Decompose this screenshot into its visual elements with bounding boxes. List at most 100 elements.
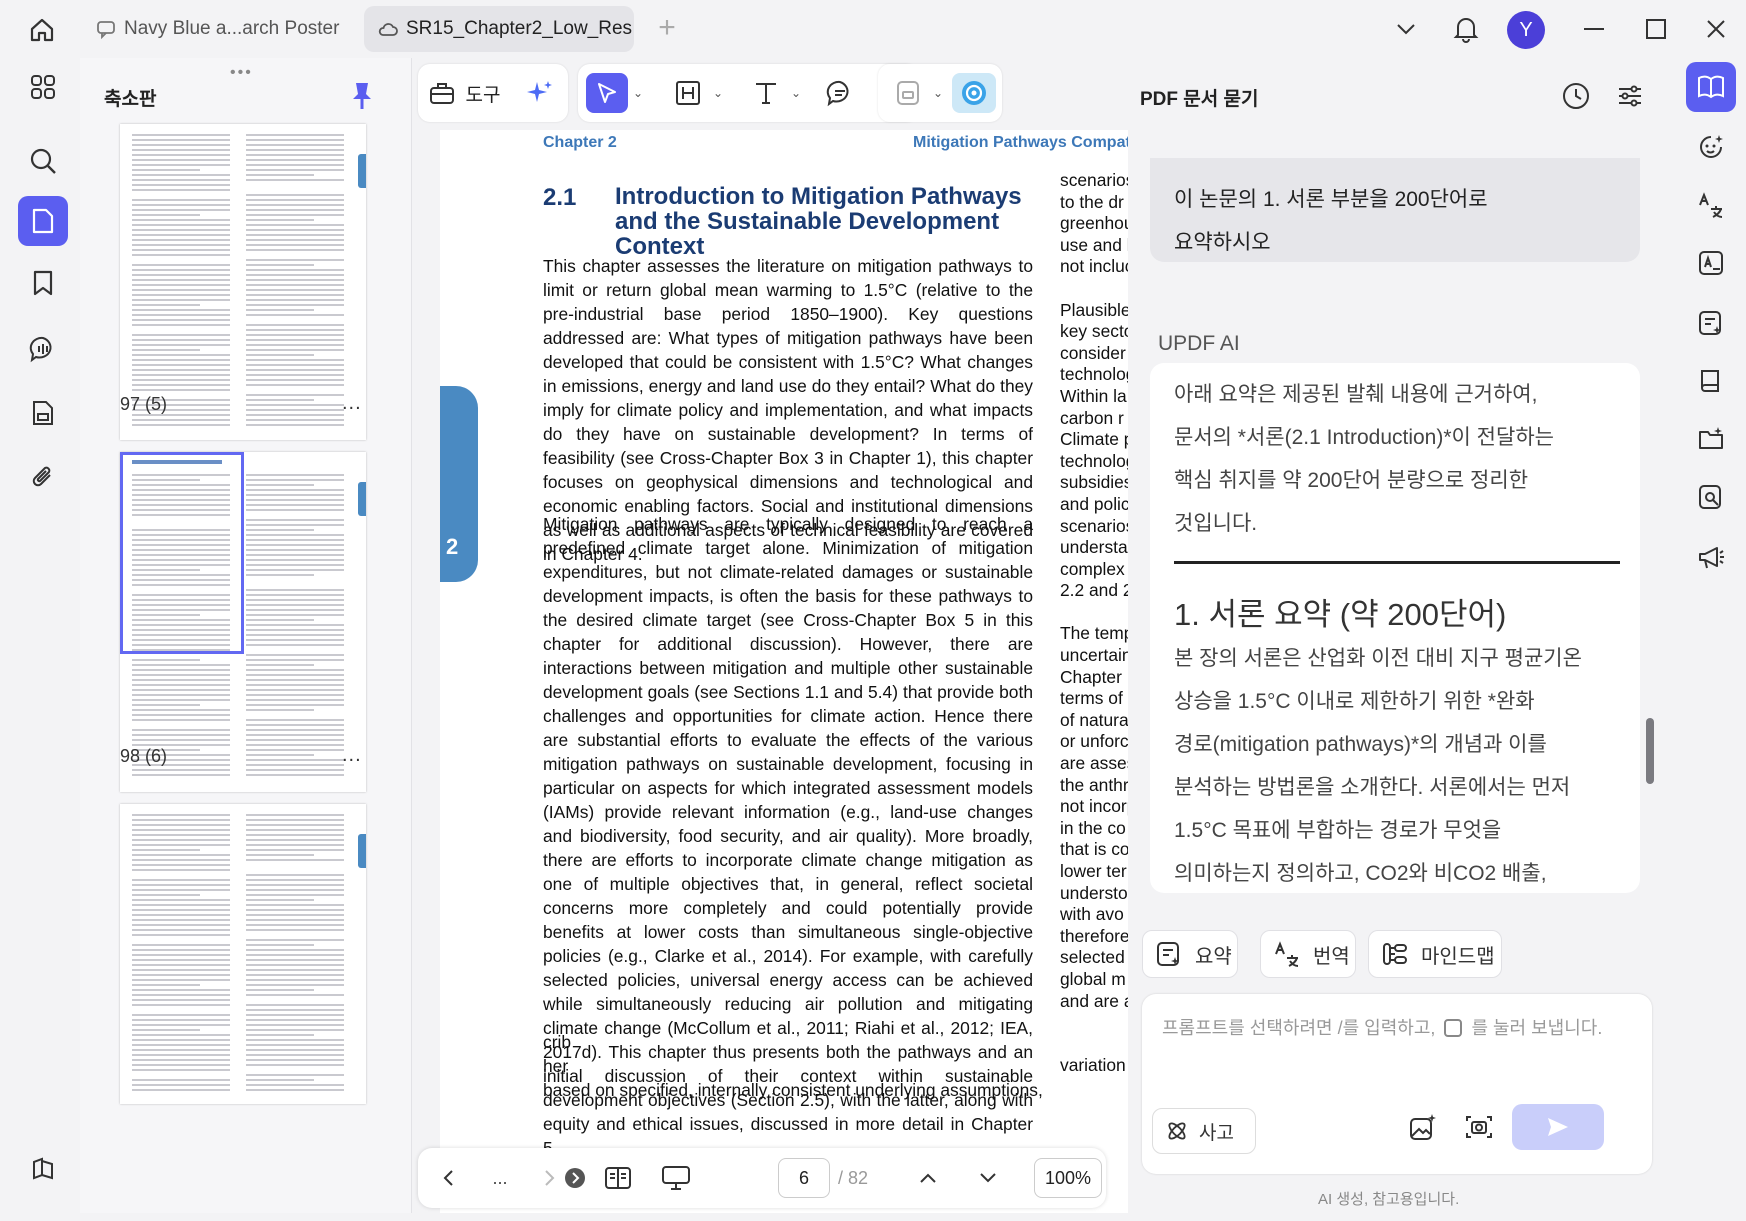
- folder-ai-button[interactable]: [1686, 414, 1736, 464]
- send-icon: [1548, 1118, 1568, 1136]
- notifications-button[interactable]: [1444, 8, 1488, 50]
- thumb-text-line: [132, 839, 230, 841]
- summarize-chip[interactable]: 요약: [1142, 930, 1238, 978]
- heading-tool-button[interactable]: [668, 73, 708, 113]
- prompt-input[interactable]: 프롬프트를 선택하려면 /를 입력하고, 를 눌러 보냅니다. 사고: [1142, 994, 1652, 1174]
- bell-icon: [1453, 18, 1479, 43]
- thumb-text-line: [132, 679, 230, 681]
- select-tool-button[interactable]: [586, 73, 628, 113]
- page-number-input[interactable]: 6: [778, 1158, 830, 1198]
- add-image-button[interactable]: [1408, 1112, 1438, 1142]
- maximize-button[interactable]: [1636, 8, 1676, 50]
- ai-chat-button[interactable]: [1686, 122, 1736, 172]
- form-fields-button[interactable]: [18, 388, 68, 438]
- thumb-text-line: [132, 499, 230, 501]
- thumb-text-line: [246, 679, 344, 681]
- text-tool-dropdown[interactable]: ⌄: [788, 73, 804, 113]
- layers-icon: [33, 1157, 53, 1180]
- previous-page-button[interactable]: [908, 1158, 948, 1198]
- thumb-text-line: [246, 289, 344, 291]
- send-button[interactable]: [1512, 1104, 1604, 1150]
- thumbnail-page-99[interactable]: [120, 804, 366, 1104]
- search-button[interactable]: [18, 136, 68, 186]
- new-tab-button[interactable]: +: [652, 13, 682, 44]
- thumb-text-line: [246, 1019, 344, 1021]
- thumb-text-line: [246, 899, 314, 901]
- thumb-text-line: [246, 1089, 344, 1091]
- ai-tools-button[interactable]: [520, 73, 560, 113]
- panel-drag-handle[interactable]: •••: [230, 64, 253, 82]
- chat-scrollbar[interactable]: [1646, 718, 1654, 784]
- presentation-button[interactable]: [654, 1158, 698, 1198]
- tabs-dropdown-button[interactable]: [1386, 8, 1426, 50]
- text-line: variation: [1060, 1055, 1126, 1075]
- pin-panel-button[interactable]: [348, 80, 376, 112]
- comment-tool-button[interactable]: [820, 73, 860, 113]
- ask-pdf-button[interactable]: [1686, 62, 1736, 112]
- thumb-text-line: [132, 639, 230, 641]
- thumbnails-button[interactable]: [18, 196, 68, 246]
- summarize-button[interactable]: [1686, 298, 1736, 348]
- translate-document-icon: [1699, 251, 1723, 275]
- document-viewer[interactable]: Chapter 2 Mitigation Pathways Compatibl …: [412, 130, 1128, 1213]
- tools-button[interactable]: 도구: [424, 73, 504, 113]
- thumb-text-line: [132, 244, 230, 246]
- thumb-text-line: [246, 294, 344, 296]
- minimize-button[interactable]: [1574, 8, 1614, 50]
- close-window-button[interactable]: [1696, 8, 1736, 50]
- feedback-button[interactable]: [1686, 532, 1736, 582]
- text-line: in the co: [1060, 817, 1126, 838]
- ai-settings-button[interactable]: [1610, 76, 1650, 116]
- tab-navy-blue-poster[interactable]: Navy Blue a...arch Poster: [82, 6, 357, 52]
- thumbnail-more-button[interactable]: ...: [342, 392, 362, 415]
- expand-button[interactable]: [560, 1158, 590, 1198]
- thumbnail-page-97[interactable]: [120, 124, 366, 440]
- thumb-text-line: [132, 989, 230, 991]
- user-avatar[interactable]: Y: [1507, 11, 1545, 49]
- history-button[interactable]: [1556, 76, 1596, 116]
- thumb-text-line: [132, 894, 200, 896]
- paperclip-icon: [32, 466, 51, 487]
- zoom-level[interactable]: 100%: [1034, 1158, 1102, 1198]
- next-page-button[interactable]: [968, 1158, 1008, 1198]
- organize-pages-button[interactable]: [18, 62, 68, 112]
- comments-button[interactable]: [18, 324, 68, 374]
- thumb-text-line: [246, 634, 344, 636]
- thumbnail-page-98[interactable]: [120, 452, 366, 792]
- layers-button[interactable]: [18, 1144, 68, 1194]
- enter-key-icon: [1444, 1019, 1463, 1037]
- think-toggle-button[interactable]: 사고: [1152, 1108, 1256, 1154]
- translate-chip[interactable]: 번역: [1260, 930, 1356, 978]
- attachments-button[interactable]: [18, 452, 68, 502]
- thumb-text-line: [246, 1004, 344, 1006]
- home-button[interactable]: [18, 10, 66, 50]
- thumb-text-line: [132, 309, 230, 311]
- screenshot-button[interactable]: [1464, 1112, 1494, 1142]
- select-tool-dropdown[interactable]: ⌄: [630, 73, 646, 113]
- thumbnail-more-button[interactable]: ...: [342, 744, 362, 767]
- home-icon: [30, 18, 54, 42]
- save-dropdown[interactable]: ⌄: [930, 73, 946, 113]
- thumb-text-line: [132, 619, 230, 621]
- previous-button[interactable]: [428, 1158, 468, 1198]
- paragraph-fragment: her: [543, 1056, 569, 1076]
- more-button[interactable]: ...: [480, 1158, 520, 1198]
- page-layout-button[interactable]: [596, 1158, 640, 1198]
- ai-assistant-button[interactable]: [952, 73, 996, 113]
- translate-button[interactable]: [1686, 180, 1736, 230]
- thumb-text-line: [246, 979, 344, 981]
- reader-button[interactable]: [1686, 356, 1736, 406]
- save-button[interactable]: [888, 73, 928, 113]
- text-line: and are a: [1060, 990, 1128, 1011]
- bookmarks-button[interactable]: [18, 258, 68, 308]
- thumb-text-line: [132, 174, 230, 176]
- text-tool-button[interactable]: [746, 73, 786, 113]
- search-ai-button[interactable]: [1686, 472, 1736, 522]
- translate-pdf-button[interactable]: [1686, 238, 1736, 288]
- paragraph-fragment: crib: [543, 1032, 572, 1052]
- mindmap-chip[interactable]: 마인드맵: [1368, 930, 1502, 978]
- tab-sr15-chapter2[interactable]: SR15_Chapter2_Low_Res: [364, 6, 634, 52]
- grid-icon: [31, 75, 55, 99]
- heading-tool-dropdown[interactable]: ⌄: [710, 73, 726, 113]
- thumb-text-line: [132, 1089, 230, 1091]
